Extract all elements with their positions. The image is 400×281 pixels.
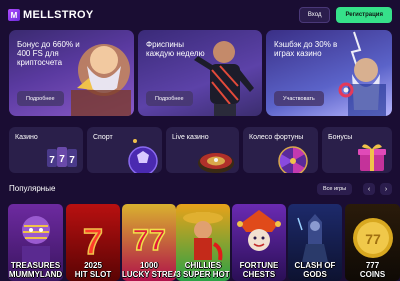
football-icon xyxy=(128,139,158,173)
game-card[interactable]: 77 777 COINS xyxy=(345,204,400,281)
game-title: MUMMYLAND xyxy=(8,270,63,279)
all-games-button[interactable]: Все игры xyxy=(317,183,353,195)
category-bonuses[interactable]: Бонусы xyxy=(322,127,392,173)
game-subtitle: 777 xyxy=(365,261,380,270)
promo-card-cashback[interactable]: Кэшбэк до 30% в играх казино Участвовать xyxy=(266,30,392,116)
game-subtitle: CHILLIES xyxy=(184,261,222,270)
game-subtitle: 1000 xyxy=(140,261,158,270)
game-card[interactable]: FORTUNE CHESTS xyxy=(232,204,286,281)
svg-text:7: 7 xyxy=(49,155,55,166)
logo[interactable]: M MELLSTROY xyxy=(8,9,94,21)
fortune-wheel-icon xyxy=(278,146,308,173)
section-title-popular: Популярные xyxy=(9,184,56,193)
chevron-right-icon[interactable]: › xyxy=(380,183,392,195)
promo-details-button[interactable]: Подробнее xyxy=(17,91,64,106)
game-card[interactable]: 7 2025 HIT SLOT xyxy=(66,204,120,281)
category-casino[interactable]: Казино 7 7 7 xyxy=(9,127,83,173)
promo-participate-button[interactable]: Участвовать xyxy=(274,91,324,106)
game-subtitle: FORTUNE xyxy=(239,261,279,270)
svg-text:77: 77 xyxy=(365,231,381,247)
game-title: GODS xyxy=(303,270,327,279)
login-button[interactable]: Вход xyxy=(298,7,331,23)
game-card[interactable]: 77 1000 LUCKY STREAK xyxy=(122,204,176,281)
game-title: 3 SUPER HOT xyxy=(176,270,230,279)
game-title: COINS xyxy=(359,270,386,279)
game-card[interactable]: TREASURES MUMMYLAND xyxy=(8,204,63,281)
promo-title: Фриспины каждую неделю xyxy=(146,40,205,58)
category-sport[interactable]: Спорт xyxy=(87,127,162,173)
game-subtitle: 2025 xyxy=(84,261,102,270)
svg-text:7: 7 xyxy=(83,221,103,262)
roulette-icon xyxy=(198,153,234,173)
svg-text:7: 7 xyxy=(59,154,65,165)
promo-card-bonus[interactable]: Бонус до 660% и 400 FS для криптосчета П… xyxy=(9,30,134,116)
promo-details-button[interactable]: Подробнее xyxy=(146,91,193,106)
header-actions: Вход Регистрация xyxy=(298,7,392,23)
top-header: M MELLSTROY Вход Регистрация xyxy=(0,0,400,30)
game-card[interactable]: CHILLIES 3 SUPER HOT xyxy=(176,204,230,281)
logo-mark-icon: M xyxy=(8,9,20,21)
category-live-casino[interactable]: Live казино xyxy=(166,127,239,173)
logo-text: MELLSTROY xyxy=(23,9,94,21)
register-button[interactable]: Регистрация xyxy=(336,7,392,23)
promo-title: Бонус до 660% и 400 FS для криптосчета xyxy=(17,40,80,67)
game-subtitle: TREASURES xyxy=(10,261,61,270)
gift-icon xyxy=(358,144,386,171)
game-subtitle: CLASH OF xyxy=(294,261,336,270)
chevron-left-icon[interactable]: ‹ xyxy=(363,183,375,195)
svg-text:7: 7 xyxy=(69,155,75,166)
promo-title: Кэшбэк до 30% в играх казино xyxy=(274,40,338,58)
game-card[interactable]: CLASH OF GODS xyxy=(288,204,342,281)
casino-777-icon: 7 7 7 xyxy=(47,147,77,167)
game-title: CHESTS xyxy=(242,270,276,279)
game-title: HIT SLOT xyxy=(74,270,112,279)
svg-text:77: 77 xyxy=(132,224,165,257)
category-fortune-wheel[interactable]: Колесо фортуны xyxy=(243,127,318,173)
game-title: LUCKY STREAK xyxy=(122,270,176,279)
promo-card-freespins[interactable]: Фриспины каждую неделю Подробнее xyxy=(138,30,262,116)
